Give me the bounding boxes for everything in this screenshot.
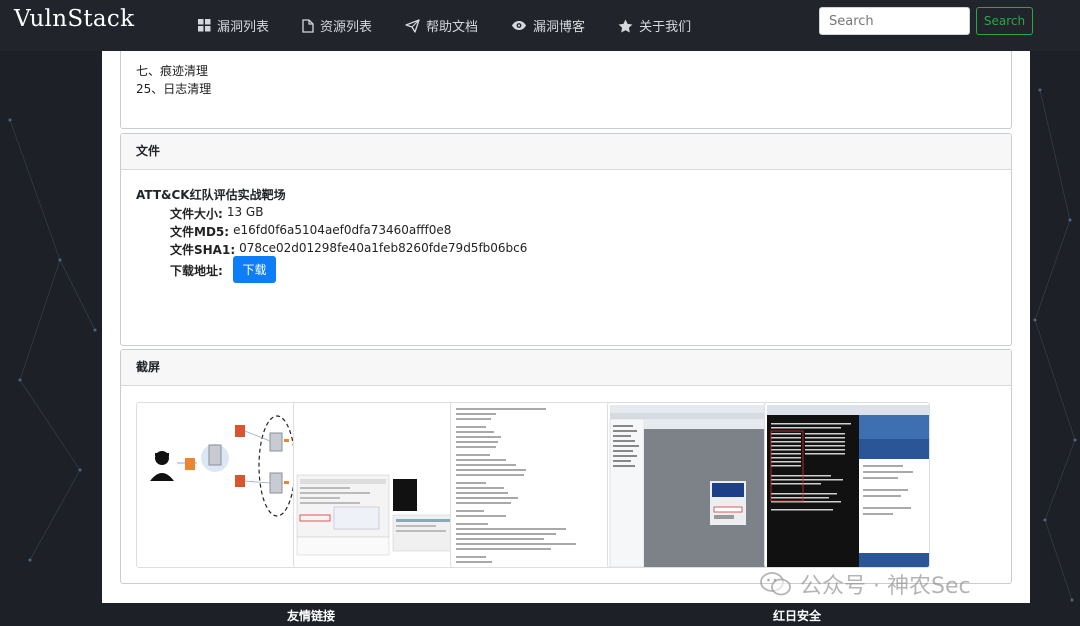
footer-team-name[interactable]: 红日安全 — [773, 607, 821, 624]
file-icon — [302, 18, 314, 33]
toc-card: 七、痕迹清理 25、日志清理 — [120, 43, 1012, 129]
nav-item-vuln-list[interactable]: 漏洞列表 — [198, 16, 269, 35]
main-nav: 漏洞列表 资源列表 帮助文档 漏洞博客 关于我们 — [198, 0, 724, 51]
download-button[interactable]: 下载 — [233, 256, 276, 283]
nav-item-about-us[interactable]: 关于我们 — [618, 16, 691, 35]
nav-item-resource-list[interactable]: 资源列表 — [302, 16, 372, 35]
wechat-icon — [760, 572, 791, 596]
eye-icon — [512, 21, 527, 30]
main-content: 七、痕迹清理 25、日志清理 文件 ATT&CK红队评估实战靶场 文件大小: 1… — [102, 43, 1030, 603]
toc-line: 七、痕迹清理 — [136, 64, 209, 78]
screenshots-card-header: 截屏 — [121, 350, 1011, 386]
nav-item-label: 漏洞列表 — [217, 20, 270, 35]
grid-icon — [198, 19, 211, 32]
download-row: 下载地址: — [170, 262, 223, 279]
search-button[interactable]: Search — [976, 7, 1033, 35]
screenshot-thumbnail-web-ui[interactable] — [293, 402, 459, 568]
nav-item-vuln-blog[interactable]: 漏洞博客 — [511, 16, 585, 35]
brand-logo[interactable]: VulnStack — [14, 6, 134, 32]
file-size-row: 文件大小: 13 GB — [170, 205, 263, 222]
nav-item-label: 漏洞博客 — [533, 20, 586, 35]
file-title: ATT&CK红队评估实战靶场 — [136, 188, 286, 202]
footer-friend-links[interactable]: 友情链接 — [287, 607, 335, 624]
watermark-text: 公众号 · 神农Sec — [800, 574, 971, 599]
screenshot-thumbnail-document[interactable] — [450, 402, 616, 568]
wechat-watermark: 公众号 · 神农Sec — [760, 568, 971, 600]
star-icon — [618, 19, 633, 32]
file-card-header: 文件 — [121, 134, 1011, 170]
paper-plane-icon — [405, 18, 420, 33]
nav-item-label: 帮助文档 — [426, 20, 479, 35]
download-label: 下载地址: — [170, 264, 223, 278]
screenshot-thumbnail-vm-window[interactable] — [607, 402, 773, 568]
file-md5-label: 文件MD5: — [170, 225, 230, 239]
screenshot-thumbnail-topology[interactable] — [136, 402, 302, 568]
file-md5-row: 文件MD5: e16fd0f6a5104aef0dfa73460afff0e8 — [170, 223, 451, 240]
nav-item-label: 资源列表 — [320, 20, 373, 35]
file-sha1-row: 文件SHA1: 078ce02d01298fe40a1feb8260fde79d… — [170, 241, 527, 258]
screenshots-card: 截屏 — [120, 349, 1012, 584]
file-size-value: 13 GB — [226, 205, 264, 219]
file-sha1-label: 文件SHA1: — [170, 243, 236, 257]
toc-line: 25、日志清理 — [136, 82, 212, 96]
screenshot-thumbnail-terminal[interactable] — [764, 402, 930, 568]
file-card: 文件 ATT&CK红队评估实战靶场 文件大小: 13 GB 文件MD5: e16… — [120, 133, 1012, 346]
file-size-label: 文件大小: — [170, 207, 223, 221]
top-navbar: VulnStack 漏洞列表 资源列表 帮助文档 漏洞博客 关于我们 Searc… — [0, 0, 1080, 51]
file-md5-value: e16fd0f6a5104aef0dfa73460afff0e8 — [233, 223, 452, 237]
search-input[interactable] — [819, 7, 970, 35]
file-sha1-value: 078ce02d01298fe40a1feb8260fde79d5fb06bc6 — [239, 241, 528, 255]
nav-item-label: 关于我们 — [639, 20, 692, 35]
nav-item-help-docs[interactable]: 帮助文档 — [405, 16, 478, 35]
